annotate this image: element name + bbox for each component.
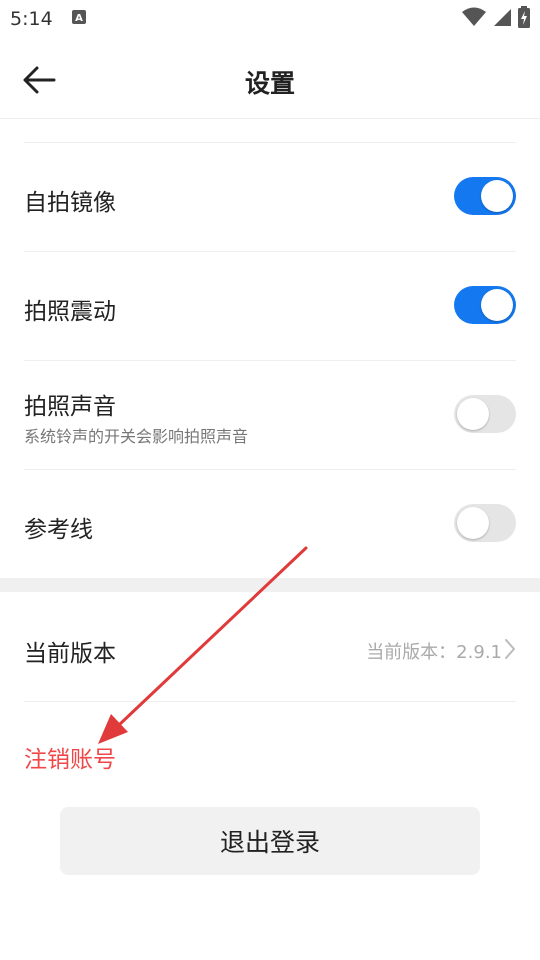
setting-subtitle: 系统铃声的开关会影响拍照声音	[24, 427, 249, 446]
version-row[interactable]: 当前版本 当前版本：2.9.1	[24, 592, 516, 702]
app-bar: 设置	[0, 38, 540, 119]
battery-charging-icon	[518, 5, 530, 33]
setting-label: 自拍镜像	[24, 190, 116, 216]
setting-row-selfie-mirror: 自拍镜像	[24, 143, 516, 252]
setting-row-shutter-vibration: 拍照震动	[24, 252, 516, 361]
status-bar: 5:14 A	[0, 0, 540, 38]
signal-icon	[492, 7, 512, 32]
chevron-right-icon	[504, 638, 516, 664]
setting-label: 拍照震动	[24, 299, 116, 325]
delete-account-link[interactable]: 注销账号	[24, 740, 116, 774]
version-value: 当前版本：2.9.1	[366, 642, 502, 663]
status-time: 5:14	[10, 8, 53, 30]
setting-row-shutter-sound: 拍照声音 系统铃声的开关会影响拍照声音	[24, 361, 516, 470]
section-divider	[0, 578, 540, 592]
grid-lines-toggle[interactable]	[454, 504, 516, 542]
keyboard-a-icon: A	[71, 8, 87, 30]
svg-text:A: A	[75, 13, 83, 24]
wifi-icon	[462, 7, 486, 32]
logout-button[interactable]: 退出登录	[60, 807, 480, 875]
page-title: 设置	[244, 69, 295, 98]
setting-label: 参考线	[24, 517, 93, 543]
setting-row-grid-lines: 参考线	[24, 470, 516, 578]
version-label: 当前版本	[24, 641, 116, 667]
setting-label: 拍照声音	[24, 394, 116, 420]
shutter-vibration-toggle[interactable]	[454, 286, 516, 324]
selfie-mirror-toggle[interactable]	[454, 177, 516, 215]
shutter-sound-toggle[interactable]	[454, 395, 516, 433]
